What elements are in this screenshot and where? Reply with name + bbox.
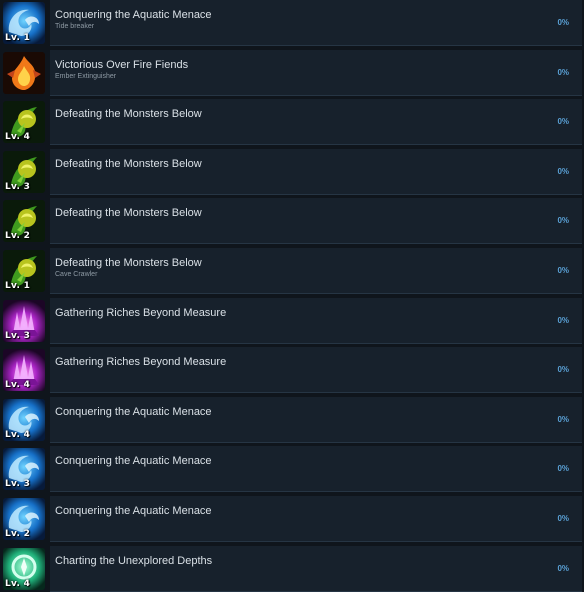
achievement-row[interactable]: Victorious Over Fire Fiends Ember Extingu… — [0, 50, 584, 96]
claw-icon: Lv. 2 — [3, 200, 45, 242]
achievement-percent: 0% — [557, 564, 569, 573]
flame-icon — [3, 52, 45, 94]
achievement-row[interactable]: Lv. 4 Conquering the Aquatic Menace 0% — [0, 397, 584, 443]
achievement-percent: 0% — [557, 415, 569, 424]
level-badge: Lv. 1 — [5, 281, 31, 291]
achievement-subtitle: Cave Crawler — [55, 271, 98, 278]
achievement-title: Conquering the Aquatic Menace — [55, 9, 212, 21]
achievement-percent: 0% — [557, 18, 569, 27]
level-badge: Lv. 3 — [5, 182, 31, 192]
achievement-percent: 0% — [557, 216, 569, 225]
achievement-title: Conquering the Aquatic Menace — [55, 455, 212, 467]
achievement-percent: 0% — [557, 68, 569, 77]
level-badge: Lv. 2 — [5, 529, 31, 539]
achievement-title: Defeating the Monsters Below — [55, 108, 202, 120]
achievement-percent: 0% — [557, 316, 569, 325]
compass-icon: Lv. 4 — [3, 548, 45, 590]
level-badge: Lv. 3 — [5, 331, 31, 341]
wave-icon: Lv. 2 — [3, 498, 45, 540]
achievement-title: Defeating the Monsters Below — [55, 207, 202, 219]
achievement-row[interactable]: Lv. 4 Charting the Unexplored Depths 0% — [0, 546, 584, 592]
achievement-title: Defeating the Monsters Below — [55, 158, 202, 170]
achievement-title: Conquering the Aquatic Menace — [55, 505, 212, 517]
achievement-panel: Gathering Riches Beyond Measure 0% — [50, 298, 582, 344]
achievement-title: Charting the Unexplored Depths — [55, 555, 213, 567]
achievement-row[interactable]: Lv. 4 Defeating the Monsters Below 0% — [0, 99, 584, 145]
achievement-title: Defeating the Monsters Below — [55, 257, 202, 269]
level-badge: Lv. 1 — [5, 33, 31, 43]
achievement-row[interactable]: Lv. 4 Gathering Riches Beyond Measure 0% — [0, 347, 584, 393]
achievement-panel: Victorious Over Fire Fiends Ember Extingu… — [50, 50, 582, 96]
achievement-panel: Charting the Unexplored Depths 0% — [50, 546, 582, 592]
achievement-panel: Defeating the Monsters Below Cave Crawler… — [50, 248, 582, 294]
crystal-icon: Lv. 3 — [3, 300, 45, 342]
wave-icon: Lv. 1 — [3, 2, 45, 44]
achievement-panel: Conquering the Aquatic Menace Tide breake… — [50, 0, 582, 46]
achievement-list: Lv. 1 Conquering the Aquatic Menace Tide b… — [0, 0, 584, 592]
achievement-panel: Gathering Riches Beyond Measure 0% — [50, 347, 582, 393]
achievement-panel: Conquering the Aquatic Menace 0% — [50, 446, 582, 492]
achievement-title: Gathering Riches Beyond Measure — [55, 307, 227, 319]
crystal-icon: Lv. 4 — [3, 349, 45, 391]
claw-icon: Lv. 4 — [3, 101, 45, 143]
level-badge: Lv. 4 — [5, 579, 31, 589]
achievement-subtitle: Tide breaker — [55, 23, 95, 30]
achievement-title: Victorious Over Fire Fiends — [55, 59, 189, 71]
wave-icon: Lv. 3 — [3, 448, 45, 490]
claw-icon: Lv. 3 — [3, 151, 45, 193]
achievement-panel: Conquering the Aquatic Menace 0% — [50, 397, 582, 443]
achievement-percent: 0% — [557, 365, 569, 374]
achievement-percent: 0% — [557, 266, 569, 275]
achievement-row[interactable]: Lv. 1 Defeating the Monsters Below Cave Cr… — [0, 248, 584, 294]
achievement-row[interactable]: Lv. 2 Conquering the Aquatic Menace 0% — [0, 496, 584, 542]
level-badge: Lv. 4 — [5, 430, 31, 440]
achievement-panel: Defeating the Monsters Below 0% — [50, 198, 582, 244]
achievement-row[interactable]: Lv. 1 Conquering the Aquatic Menace Tide b… — [0, 0, 584, 46]
level-badge: Lv. 2 — [5, 231, 31, 241]
achievement-title: Conquering the Aquatic Menace — [55, 406, 212, 418]
achievement-row[interactable]: Lv. 2 Defeating the Monsters Below 0% — [0, 198, 584, 244]
level-badge: Lv. 4 — [5, 132, 31, 142]
achievement-percent: 0% — [557, 117, 569, 126]
achievement-panel: Conquering the Aquatic Menace 0% — [50, 496, 582, 542]
achievement-percent: 0% — [557, 167, 569, 176]
achievement-row[interactable]: Lv. 3 Conquering the Aquatic Menace 0% — [0, 446, 584, 492]
level-badge: Lv. 4 — [5, 380, 31, 390]
wave-icon: Lv. 4 — [3, 399, 45, 441]
achievement-panel: Defeating the Monsters Below 0% — [50, 99, 582, 145]
claw-icon: Lv. 1 — [3, 250, 45, 292]
achievement-percent: 0% — [557, 514, 569, 523]
achievement-panel: Defeating the Monsters Below 0% — [50, 149, 582, 195]
achievement-row[interactable]: Lv. 3 Defeating the Monsters Below 0% — [0, 149, 584, 195]
achievement-percent: 0% — [557, 464, 569, 473]
level-badge: Lv. 3 — [5, 479, 31, 489]
achievement-subtitle: Ember Extinguisher — [55, 73, 117, 80]
achievement-row[interactable]: Lv. 3 Gathering Riches Beyond Measure 0% — [0, 298, 584, 344]
achievement-title: Gathering Riches Beyond Measure — [55, 356, 227, 368]
